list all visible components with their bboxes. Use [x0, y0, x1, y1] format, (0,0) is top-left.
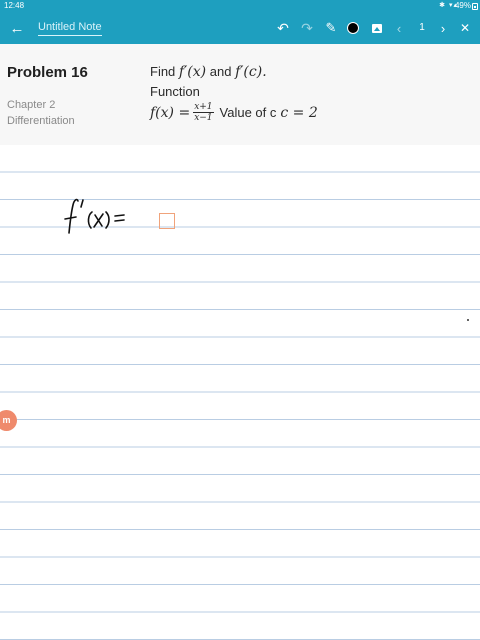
- value-label: Value of c: [219, 105, 277, 120]
- undo-icon[interactable]: ↶: [272, 12, 294, 44]
- function-label: Function: [150, 84, 200, 99]
- handwritten-derivative: [64, 198, 125, 234]
- note-title[interactable]: Untitled Note: [38, 20, 102, 36]
- back-arrow-icon[interactable]: ←: [6, 12, 28, 44]
- image-icon[interactable]: [366, 12, 388, 44]
- close-icon[interactable]: ✕: [454, 12, 476, 44]
- chevron-right-icon[interactable]: ›: [432, 12, 454, 44]
- function-expression: f(x) = x+1 x−1 Value of c c = 2: [150, 102, 318, 123]
- problem-title: Problem 16: [7, 64, 88, 81]
- problem-header: Problem 16 Chapter 2 Differentiation Fin…: [0, 44, 480, 145]
- fraction-numerator: x+1: [193, 102, 214, 113]
- fraction: x+1 x−1: [193, 102, 214, 123]
- toolbar: ← Untitled Note ↶ ↷ ✎ ‹ 1 › ✕: [0, 12, 480, 44]
- battery-icon: [472, 3, 478, 10]
- answer-box[interactable]: [159, 213, 175, 229]
- chevron-left-icon[interactable]: ‹: [388, 12, 410, 44]
- redo-icon[interactable]: ↷: [296, 12, 318, 44]
- status-time: 12:48: [4, 1, 25, 10]
- page-number: 1: [419, 22, 425, 33]
- problem-instruction: Find f′(x) and f′(c).: [150, 64, 267, 80]
- derivative-c: f′(c).: [235, 64, 267, 80]
- fraction-denominator: x−1: [194, 113, 213, 123]
- status-bar: 12:48 ✱ ▾▴ 49%: [0, 0, 480, 12]
- ink-dot: [467, 319, 469, 321]
- chapter-label: Chapter 2: [7, 99, 56, 111]
- and-word: and: [209, 64, 232, 79]
- instruction-prefix: Find: [150, 64, 176, 79]
- c-value: c = 2: [280, 104, 318, 121]
- topic-label: Differentiation: [7, 115, 75, 127]
- derivative-x: f′(x): [178, 64, 207, 80]
- battery-percent: 49%: [454, 1, 471, 10]
- pen-color-swatch[interactable]: [347, 22, 359, 34]
- pen-icon[interactable]: ✎: [320, 12, 342, 44]
- function-lhs: f(x) =: [150, 104, 191, 121]
